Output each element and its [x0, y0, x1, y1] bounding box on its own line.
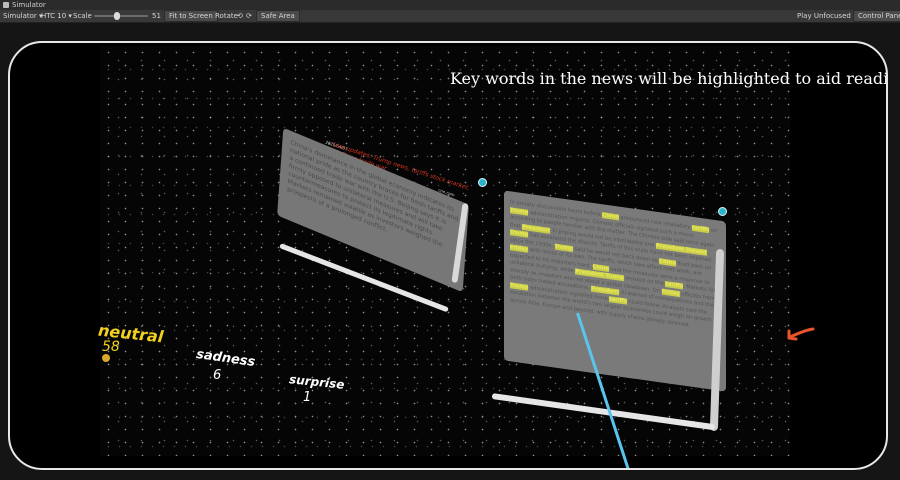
fit-to-screen-button[interactable]: Fit to Screen — [164, 10, 218, 22]
article1-info-icon[interactable] — [478, 178, 487, 187]
scale-slider-thumb[interactable] — [114, 12, 120, 20]
scale-value: 51 — [152, 12, 161, 20]
control-panel-button[interactable]: Control Panel — [853, 10, 900, 22]
scale-slider[interactable] — [94, 12, 148, 20]
arrow-icon — [787, 327, 815, 341]
article2-panel[interactable]: In private discussions hours before Chin… — [504, 190, 726, 392]
device-screen[interactable]: Key words in the news will be highlighte… — [8, 41, 888, 470]
emotion-value-surprise: 1 — [303, 390, 312, 405]
window-titlebar: Simulator — [0, 0, 900, 10]
highlighted-keyword: tariffs — [665, 281, 683, 290]
safe-area-button[interactable]: Safe Area — [256, 10, 300, 22]
window-title: Simulator — [12, 1, 46, 9]
play-mode-dropdown[interactable]: Play Unfocused ▾ — [794, 11, 860, 21]
caption-text: Key words in the news will be highlighte… — [450, 69, 888, 88]
simulator-toolbar: Simulator ▾ HTC 10 ▾ Scale 51 Fit to Scr… — [0, 10, 900, 23]
scale-label: Scale — [73, 12, 92, 20]
rotate-right-icon[interactable]: ⟳ — [243, 11, 255, 21]
simulator-icon — [3, 2, 9, 8]
simulator-viewport: Key words in the news will be highlighte… — [0, 23, 900, 480]
article2-info-icon[interactable] — [718, 207, 727, 216]
emotion-indicator-icon — [102, 354, 110, 362]
emotion-value-sadness: 6 — [213, 368, 222, 383]
emotion-value-neutral: 58 — [102, 339, 120, 355]
article2-text-segment: on — [709, 227, 718, 235]
